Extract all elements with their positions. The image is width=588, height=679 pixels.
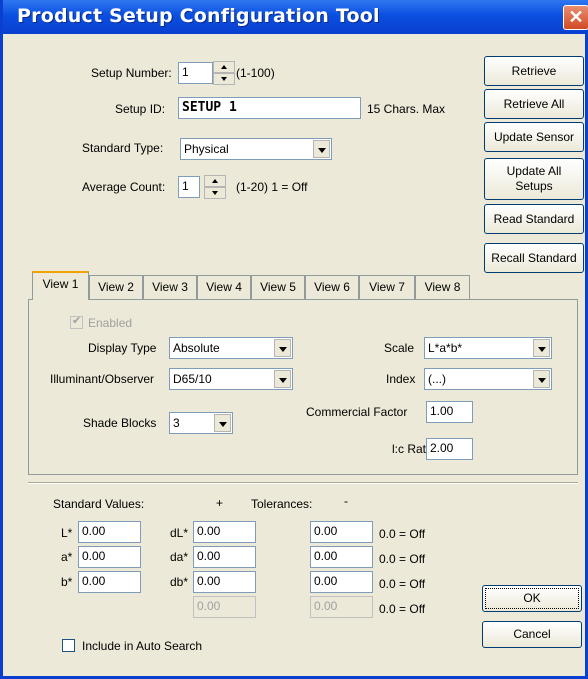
shade-blocks-value: 3 [173, 416, 180, 430]
setup-number-input[interactable]: 1 [178, 62, 213, 84]
read-standard-button[interactable]: Read Standard [484, 204, 584, 234]
tol-dL-minus-input[interactable]: 0.00 [310, 521, 373, 543]
tab-view-7[interactable]: View 7 [359, 275, 415, 299]
tab-view-1[interactable]: View 1 [32, 271, 89, 300]
display-type-label: Display Type [88, 341, 157, 355]
spin-down-icon[interactable] [213, 73, 235, 85]
setup-number-label: Setup Number: [91, 66, 172, 80]
setup-id-hint: 15 Chars. Max [367, 102, 446, 116]
std-a-label: a* [61, 550, 73, 564]
scale-label: Scale [384, 341, 415, 355]
tab-view-2[interactable]: View 2 [89, 275, 143, 299]
std-a-input[interactable]: 0.00 [78, 546, 141, 568]
display-type-value: Absolute [173, 341, 220, 355]
index-value: (...) [428, 372, 446, 386]
tab-view-4[interactable]: View 4 [197, 275, 251, 299]
spin-up-icon[interactable] [213, 61, 235, 73]
off-note: 0.0 = Off [379, 552, 426, 566]
tab-view-3[interactable]: View 3 [143, 275, 197, 299]
update-all-setups-button[interactable]: Update All Setups [484, 158, 584, 200]
plus-label: + [216, 496, 224, 510]
tol-db-minus-input[interactable]: 0.00 [310, 571, 373, 593]
setup-id-input[interactable]: SETUP 1 [178, 97, 361, 119]
lc-ratio-input[interactable]: 2.00 [426, 438, 473, 460]
standard-type-value: Physical [184, 142, 229, 156]
config-window: Product Setup Configuration Tool ✕ Setup… [0, 0, 588, 679]
include-auto-search-label: Include in Auto Search [82, 639, 203, 653]
tab-view-5[interactable]: View 5 [251, 275, 305, 299]
std-b-input[interactable]: 0.00 [78, 571, 141, 593]
retrieve-all-button[interactable]: Retrieve All [484, 89, 584, 119]
tol-dL-label: dL* [170, 526, 189, 540]
tab-view-6[interactable]: View 6 [305, 275, 359, 299]
tol-db-plus-input[interactable]: 0.00 [193, 571, 256, 593]
update-sensor-button[interactable]: Update Sensor [484, 122, 584, 152]
dropdown-arrow-icon[interactable] [274, 370, 291, 388]
window-title: Product Setup Configuration Tool [17, 5, 380, 27]
tol-da-plus-input[interactable]: 0.00 [193, 546, 256, 568]
tab-view-8[interactable]: View 8 [415, 275, 470, 299]
recall-standard-button[interactable]: Recall Standard [484, 243, 584, 273]
display-type-select[interactable]: Absolute [169, 337, 293, 359]
spin-up-icon[interactable] [204, 175, 226, 187]
update-all-label-line1: Update All [506, 164, 562, 178]
tol-extra-plus-input: 0.00 [193, 596, 256, 618]
setup-id-label: Setup ID: [115, 102, 166, 116]
off-note: 0.0 = Off [379, 602, 426, 616]
std-L-label: L* [61, 526, 73, 540]
tolerances-label: Tolerances: [251, 497, 313, 511]
average-count-label: Average Count: [82, 180, 166, 194]
include-auto-search-checkbox[interactable] [62, 639, 75, 652]
setup-number-spinner[interactable] [213, 61, 235, 85]
dropdown-arrow-icon[interactable] [313, 140, 330, 158]
index-label: Index [386, 372, 416, 386]
off-note: 0.0 = Off [379, 577, 426, 591]
dropdown-arrow-icon[interactable] [533, 370, 550, 388]
off-note: 0.0 = Off [379, 527, 426, 541]
average-count-spinner[interactable] [204, 175, 226, 199]
illuminant-observer-value: D65/10 [173, 372, 212, 386]
standard-values-label: Standard Values: [53, 497, 145, 511]
average-count-input[interactable]: 1 [178, 176, 200, 198]
standard-type-select[interactable]: Physical [180, 138, 332, 160]
checkmark-icon: ✔ [72, 315, 82, 327]
tol-da-label: da* [170, 550, 189, 564]
shade-blocks-label: Shade Blocks [83, 416, 157, 430]
standard-type-label: Standard Type: [82, 141, 164, 155]
ok-button[interactable]: OK [482, 585, 582, 612]
retrieve-button[interactable]: Retrieve [484, 56, 584, 86]
std-b-label: b* [61, 575, 73, 589]
commercial-factor-label: Commercial Factor [306, 405, 408, 419]
illuminant-observer-select[interactable]: D65/10 [169, 368, 293, 390]
scale-value: L*a*b* [428, 341, 463, 355]
shade-blocks-select[interactable]: 3 [169, 412, 233, 434]
setup-number-hint: (1-100) [236, 66, 275, 80]
enabled-label: Enabled [88, 316, 133, 330]
tol-extra-minus-input: 0.00 [310, 596, 373, 618]
dropdown-arrow-icon[interactable] [214, 414, 231, 432]
close-button[interactable]: ✕ [563, 5, 588, 30]
dropdown-arrow-icon[interactable] [274, 339, 291, 357]
update-all-label-line2: Setups [515, 179, 553, 193]
index-select[interactable]: (...) [424, 368, 552, 390]
tol-da-minus-input[interactable]: 0.00 [310, 546, 373, 568]
std-L-input[interactable]: 0.00 [78, 521, 141, 543]
minus-label: - [344, 494, 348, 508]
scale-select[interactable]: L*a*b* [424, 337, 552, 359]
tol-dL-plus-input[interactable]: 0.00 [193, 521, 256, 543]
section-divider [28, 482, 578, 484]
enabled-checkbox[interactable]: ✔ [70, 315, 83, 329]
average-count-hint: (1-20) 1 = Off [236, 180, 308, 194]
title-bar: Product Setup Configuration Tool ✕ [3, 0, 588, 34]
cancel-button[interactable]: Cancel [482, 621, 582, 648]
illuminant-observer-label: Illuminant/Observer [50, 372, 155, 386]
commercial-factor-input[interactable]: 1.00 [426, 401, 473, 423]
dropdown-arrow-icon[interactable] [533, 339, 550, 357]
tol-db-label: db* [170, 575, 189, 589]
spin-down-icon[interactable] [204, 187, 226, 199]
